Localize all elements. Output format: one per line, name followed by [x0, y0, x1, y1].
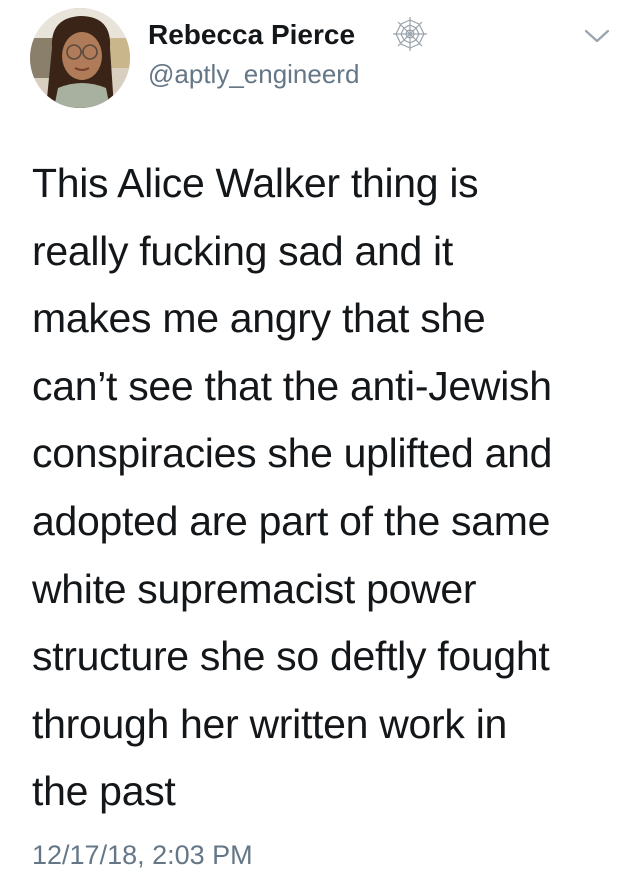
tweet-text-line: through her written work in [32, 700, 508, 747]
avatar[interactable] [30, 8, 130, 108]
tweet-text-line: can’t see that the anti-Jewish [32, 362, 552, 409]
chevron-down-icon[interactable] [582, 26, 612, 46]
spiderweb-icon [393, 17, 427, 51]
tweet-text-line: the past [32, 768, 176, 815]
tweet-text-line: makes me angry that she [32, 295, 486, 342]
avatar-image [30, 8, 130, 108]
tweet-text: This Alice Walker thing is really fuckin… [32, 150, 622, 826]
tweet-text-line: adopted are part of the same [32, 497, 551, 544]
tweet-text-line: structure she so deftly fought [32, 633, 550, 680]
tweet-text-line: This Alice Walker thing is [32, 160, 479, 206]
tweet-text-line: white supremacist power [32, 565, 477, 612]
tweet-card: Rebecca Pierce @aptly_engineerd This Ali… [0, 0, 635, 880]
user-handle[interactable]: @aptly_engineerd [148, 58, 359, 90]
tweet-text-line: conspiracies she uplifted and [32, 430, 553, 477]
tweet-timestamp[interactable]: 12/17/18, 2:03 PM [32, 838, 253, 872]
tweet-text-line: really fucking sad and it [32, 227, 453, 274]
display-name[interactable]: Rebecca Pierce [148, 18, 355, 52]
